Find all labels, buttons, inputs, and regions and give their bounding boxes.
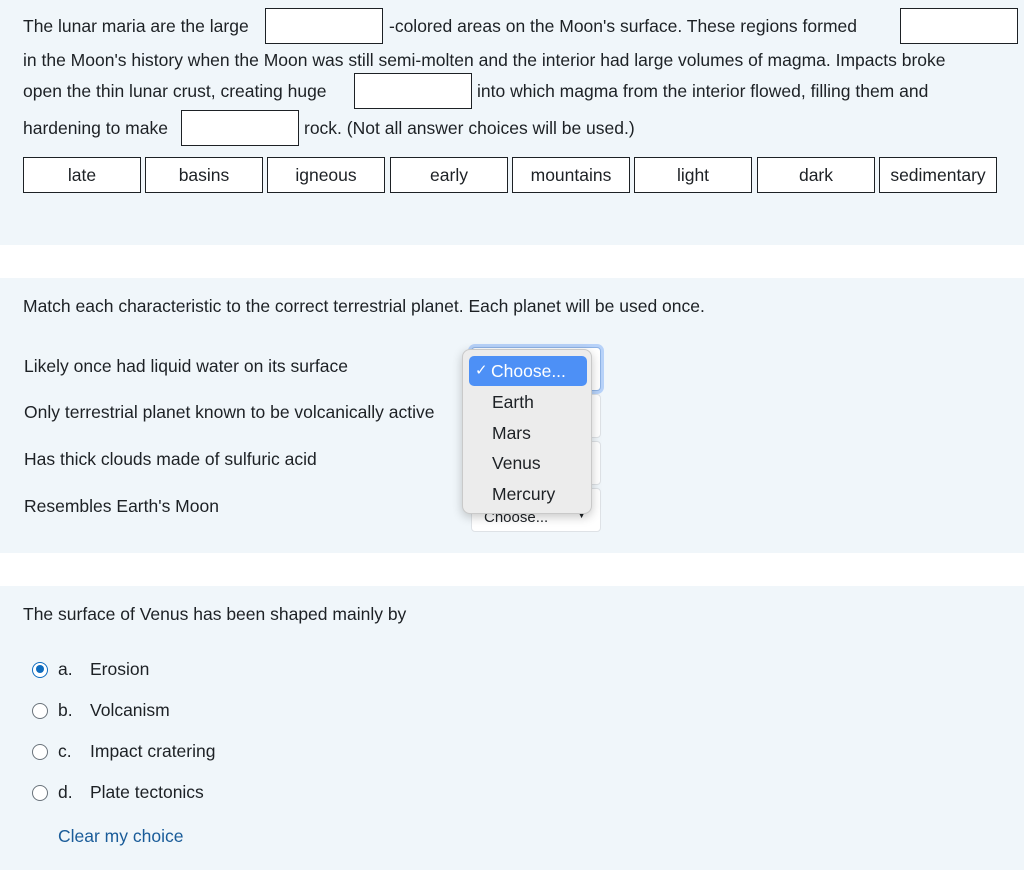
dropdown-menu[interactable]: ✓ Choose... Earth Mars Venus Mercury [462,349,592,514]
q1-text-2: -colored areas on the Moon's surface. Th… [389,16,857,36]
stem-1: Likely once had liquid water on its surf… [24,356,348,376]
drop-zone-2[interactable] [900,8,1018,44]
option-letter: d. [58,782,73,802]
q1-text-4: open the thin lunar crust, creating huge [23,81,327,101]
drop-zone-1[interactable] [265,8,383,44]
dropdown-option-earth[interactable]: Earth [492,392,534,413]
drag-choice-igneous[interactable]: igneous [267,157,385,193]
drag-choice-late[interactable]: late [23,157,141,193]
clear-choice-link[interactable]: Clear my choice [58,826,183,847]
q1-text-6: hardening to make [23,118,168,138]
radio-c[interactable] [32,743,48,760]
option-text: Erosion [90,659,150,679]
radio-a[interactable] [32,661,48,678]
drag-choice-dark[interactable]: dark [757,157,875,193]
dropdown-option-mercury[interactable]: Mercury [492,484,555,505]
option-letter: b. [58,700,73,720]
drag-choice-basins[interactable]: basins [145,157,263,193]
drag-choice-early[interactable]: early [390,157,508,193]
option-text: Volcanism [90,700,170,720]
q1-text-7: rock. (Not all answer choices will be us… [304,118,635,138]
radio-b[interactable] [32,702,48,719]
dropdown-option-mars[interactable]: Mars [492,423,531,444]
option-a[interactable]: a. Erosion [32,659,149,680]
drag-choice-light[interactable]: light [634,157,752,193]
check-icon: ✓ [475,362,488,379]
stem-3: Has thick clouds made of sulfuric acid [24,449,317,469]
drag-choice-sedimentary[interactable]: sedimentary [879,157,997,193]
dropdown-option-choose[interactable]: ✓ Choose... [469,356,587,386]
option-letter: a. [58,659,73,679]
drop-zone-4[interactable] [181,110,299,146]
q2-prompt: Match each characteristic to the correct… [23,296,705,316]
option-c[interactable]: c. Impact cratering [32,741,215,762]
drag-choice-mountains[interactable]: mountains [512,157,630,193]
stem-2: Only terrestrial planet known to be volc… [24,402,435,422]
drop-zone-3[interactable] [354,73,472,109]
option-b[interactable]: b. Volcanism [32,700,170,721]
option-letter: c. [58,741,72,761]
option-text: Impact cratering [90,741,216,761]
q1-text-5: into which magma from the interior flowe… [477,81,929,101]
q1-text-1: The lunar maria are the large [23,16,249,36]
question-1-panel: The lunar maria are the large -colored a… [0,0,1024,245]
radio-d[interactable] [32,784,48,801]
option-d[interactable]: d. Plate tectonics [32,782,204,803]
q3-prompt: The surface of Venus has been shaped mai… [23,604,407,624]
dropdown-option-venus[interactable]: Venus [492,453,541,474]
stem-4: Resembles Earth's Moon [24,496,219,516]
option-text: Plate tectonics [90,782,204,802]
q1-text-3: in the Moon's history when the Moon was … [23,50,946,70]
